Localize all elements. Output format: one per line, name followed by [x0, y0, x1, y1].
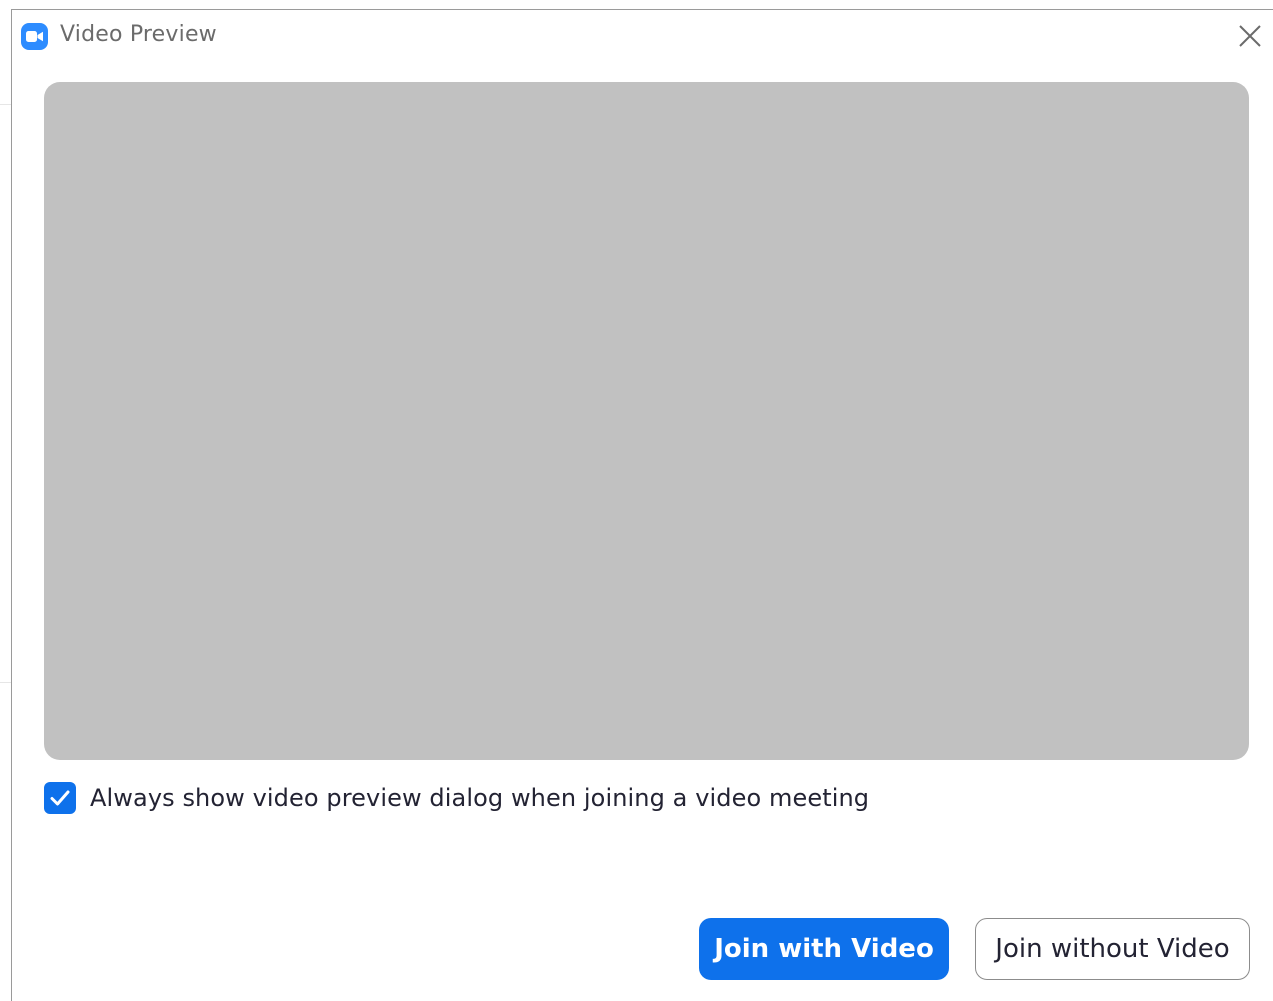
- join-without-video-button[interactable]: Join without Video: [975, 918, 1250, 980]
- video-preview-area: [44, 82, 1249, 760]
- always-show-preview-option[interactable]: Always show video preview dialog when jo…: [44, 782, 869, 814]
- background-app-window: [0, 0, 11, 1001]
- video-preview-dialog: Video Preview Always show video preview …: [11, 9, 1273, 1001]
- title-bar[interactable]: Video Preview: [12, 10, 1273, 62]
- close-button[interactable]: [1235, 21, 1265, 51]
- close-icon: [1239, 25, 1261, 47]
- screen: Video Preview Always show video preview …: [0, 0, 1273, 1001]
- checkmark-icon: [50, 790, 70, 806]
- divider: [0, 682, 11, 683]
- always-show-preview-label: Always show video preview dialog when jo…: [90, 784, 870, 812]
- join-with-video-button[interactable]: Join with Video: [699, 918, 949, 980]
- window-title: Video Preview: [60, 22, 217, 47]
- always-show-preview-checkbox[interactable]: [44, 782, 76, 814]
- divider: [0, 104, 11, 105]
- zoom-camera-icon: [21, 23, 48, 50]
